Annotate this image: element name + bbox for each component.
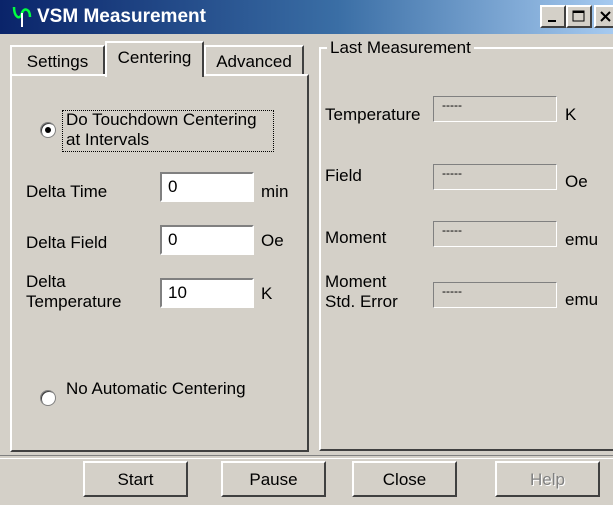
touchdown-centering-radio[interactable]	[40, 122, 56, 138]
delta-field-label: Delta Field	[26, 233, 108, 252]
temperature-label: Temperature	[325, 105, 421, 124]
minimize-button[interactable]	[540, 5, 566, 28]
delta-time-input[interactable]: 0	[160, 172, 254, 202]
close-icon	[600, 11, 611, 22]
tab-centering[interactable]: Centering	[105, 41, 204, 77]
maximize-button[interactable]	[566, 5, 592, 28]
moment-label: Moment	[325, 228, 387, 247]
delta-temp-unit: K	[261, 284, 273, 303]
moment-err-value: -----	[433, 282, 557, 308]
delta-temp-label-line2: Temperature	[26, 292, 122, 311]
close-window-button[interactable]	[594, 5, 613, 28]
delta-temp-label-line1: Delta	[26, 272, 66, 291]
delta-time-unit: min	[261, 182, 289, 201]
delta-temperature-input[interactable]: 10	[160, 278, 254, 308]
field-unit: Oe	[565, 172, 588, 191]
vsm-app-icon	[12, 6, 32, 27]
moment-unit: emu	[565, 230, 599, 249]
temperature-value: -----	[433, 96, 557, 122]
touchdown-label-line2: at Intervals	[66, 130, 150, 149]
vsm-window: VSM Measurement Settings Centering Advan…	[0, 0, 613, 505]
delta-time-label: Delta Time	[26, 182, 108, 201]
temperature-unit: K	[565, 105, 577, 124]
touchdown-label-line1: Do Touchdown Centering	[66, 110, 257, 129]
field-label: Field	[325, 166, 362, 185]
tab-advanced[interactable]: Advanced	[204, 45, 304, 75]
pause-button[interactable]: Pause	[221, 461, 326, 497]
start-button[interactable]: Start	[83, 461, 188, 497]
title-bar[interactable]: VSM Measurement	[0, 0, 613, 34]
delta-field-input[interactable]: 0	[160, 225, 254, 255]
moment-err-unit: emu	[565, 290, 599, 309]
moment-value: -----	[433, 221, 557, 247]
last-measurement-title: Last Measurement	[327, 38, 474, 58]
tab-settings-label: Settings	[26, 52, 89, 71]
help-button[interactable]: Help	[495, 461, 600, 497]
no-centering-label: No Automatic Centering	[66, 379, 246, 398]
maximize-icon	[572, 10, 585, 22]
radio-selected-dot	[45, 127, 51, 133]
window-title: VSM Measurement	[37, 6, 206, 27]
minimize-icon	[548, 20, 556, 22]
moment-err-label-line1: Moment	[325, 272, 387, 291]
field-value: -----	[433, 164, 557, 190]
button-bar-separator	[0, 455, 613, 459]
moment-err-label-line2: Std. Error	[325, 292, 398, 311]
centering-panel: Do Touchdown Centering at Intervals Delt…	[10, 74, 309, 452]
tab-centering-label: Centering	[117, 48, 192, 67]
tab-settings[interactable]: Settings	[10, 45, 105, 75]
delta-field-unit: Oe	[261, 231, 284, 250]
tab-advanced-label: Advanced	[216, 52, 292, 71]
close-button[interactable]: Close	[352, 461, 457, 497]
no-centering-radio[interactable]	[40, 390, 56, 406]
